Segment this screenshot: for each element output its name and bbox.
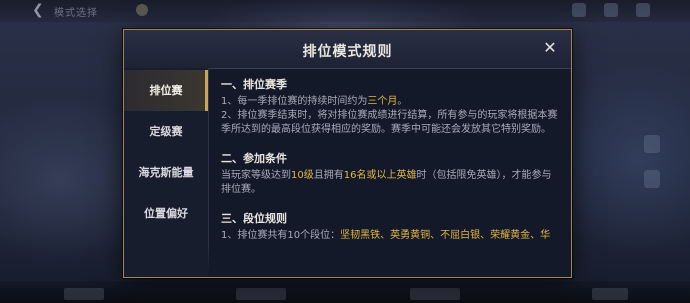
top-bar: ❮ 模式选择 xyxy=(0,0,690,22)
close-button[interactable]: ✕ xyxy=(541,39,559,57)
bottom-tab-3[interactable] xyxy=(410,288,460,300)
bottom-tab-2[interactable] xyxy=(236,288,286,300)
section-heading-tiers: 三、段位规则 xyxy=(221,212,287,225)
top-right-icons xyxy=(572,3,650,17)
coin-icon xyxy=(136,4,148,16)
tab-placement[interactable]: 定级赛 xyxy=(124,111,208,152)
section-heading-requirements: 二、参加条件 xyxy=(221,152,287,165)
background-page-title: 模式选择 xyxy=(54,8,98,19)
section-heading-season: 一、排位赛季 xyxy=(221,78,287,91)
dialog-header: 排位模式规则 ✕ xyxy=(124,30,571,69)
tab-position-preference[interactable]: 位置偏好 xyxy=(124,193,208,234)
tab-hextech-energy[interactable]: 海克斯能量 xyxy=(124,152,208,193)
settings-icon[interactable] xyxy=(636,3,650,17)
tab-ranked[interactable]: 排位赛 xyxy=(124,70,208,111)
season-rule-2: 2、排位赛季结束时，将对排位赛成绩进行结算，所有参与的玩家将根据本赛季所达到的最… xyxy=(221,110,558,135)
rules-sidebar: 排位赛 定级赛 海克斯能量 位置偏好 xyxy=(124,68,209,277)
bottom-bar xyxy=(0,281,690,303)
bottom-tab-1[interactable] xyxy=(64,288,104,300)
mail-icon[interactable] xyxy=(604,3,618,17)
requirements-text: 当玩家等级达到10级且拥有16名或以上英雄时（包括限免英雄），才能参与排位赛。 xyxy=(221,170,552,195)
rules-content[interactable]: 一、排位赛季 1、每一季排位赛的持续时间约为三个月。 2、排位赛季结束时，将对排… xyxy=(221,76,559,261)
tier-rule-1: 1、排位赛共有10个段位：坚韧黑铁、英勇黄铜、不屈白银、荣耀黄金、华 xyxy=(221,230,551,241)
side-icon-1[interactable] xyxy=(644,135,660,153)
shop-icon[interactable] xyxy=(572,3,586,17)
back-arrow-icon[interactable]: ❮ xyxy=(32,3,48,17)
rules-dialog: 排位模式规则 ✕ 排位赛 定级赛 海克斯能量 位置偏好 一、排位赛季 1、每一季… xyxy=(123,29,572,278)
side-icon-2[interactable] xyxy=(644,170,660,188)
season-rule-1: 1、每一季排位赛的持续时间约为三个月。 xyxy=(221,96,408,107)
bottom-tab-4[interactable] xyxy=(592,288,628,300)
dialog-title: 排位模式规则 xyxy=(302,44,393,60)
